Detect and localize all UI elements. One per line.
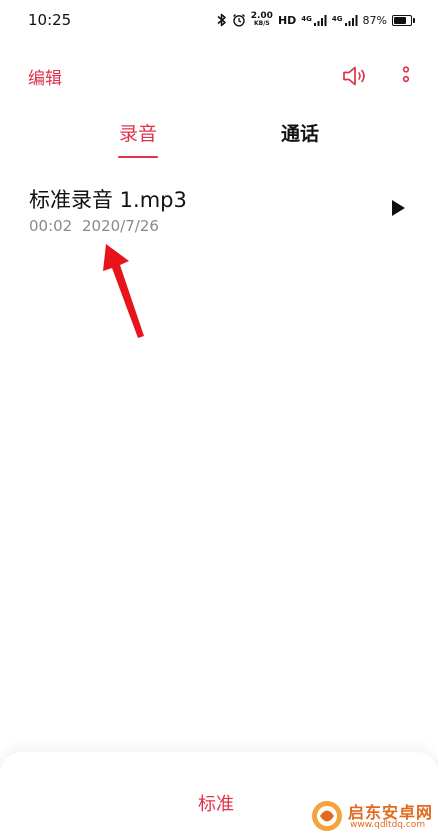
play-button[interactable] bbox=[388, 198, 408, 218]
signal-sim1-tag: 4G bbox=[301, 14, 312, 23]
signal-bars-icon bbox=[344, 14, 358, 26]
recording-duration: 00:02 bbox=[29, 217, 73, 235]
speaker-icon bbox=[343, 66, 365, 86]
tab-recording[interactable]: 录音 bbox=[119, 119, 157, 146]
signal-sim1: 4G bbox=[301, 14, 327, 26]
battery-percent: 87% bbox=[362, 13, 387, 27]
signal-sim2-tag: 4G bbox=[331, 14, 343, 23]
status-bar: 10:25 2.00 KB/S HD 4G 4G 87% bbox=[0, 0, 438, 42]
annotation-arrow bbox=[103, 244, 144, 338]
watermark: 启东安卓网 www.qdltdq.com bbox=[310, 795, 438, 836]
recording-list-item[interactable]: 标准录音 1.mp3 00:02 2020/7/26 bbox=[0, 176, 438, 246]
network-speed-unit: KB/S bbox=[253, 20, 270, 27]
more-vertical-icon bbox=[402, 66, 410, 83]
more-button[interactable] bbox=[396, 64, 416, 90]
status-icons: 2.00 KB/S HD 4G 4G 87% bbox=[217, 10, 415, 30]
bluetooth-icon bbox=[217, 13, 226, 27]
watermark-url: www.qdltdq.com bbox=[350, 820, 426, 830]
alarm-icon bbox=[232, 14, 245, 27]
recording-date: 2020/7/26 bbox=[82, 217, 159, 235]
battery-icon bbox=[392, 14, 415, 26]
status-time: 10:25 bbox=[28, 11, 72, 29]
edit-button[interactable]: 编辑 bbox=[28, 64, 62, 89]
recording-mode-label[interactable]: 标准 bbox=[198, 790, 234, 816]
tab-call[interactable]: 通话 bbox=[281, 119, 319, 146]
recording-name: 标准录音 1.mp3 bbox=[29, 188, 187, 212]
battery-fill bbox=[394, 16, 407, 24]
network-speed-value: 2.00 bbox=[250, 11, 273, 21]
watermark-logo-icon bbox=[312, 801, 342, 831]
hd-indicator: HD bbox=[277, 13, 297, 27]
signal-sim2: 4G bbox=[331, 14, 358, 26]
play-icon bbox=[392, 200, 405, 216]
signal-bars-icon bbox=[313, 14, 327, 26]
network-speed: 2.00 KB/S bbox=[251, 12, 273, 28]
tab-active-indicator bbox=[118, 156, 158, 158]
speaker-button[interactable] bbox=[341, 63, 367, 89]
